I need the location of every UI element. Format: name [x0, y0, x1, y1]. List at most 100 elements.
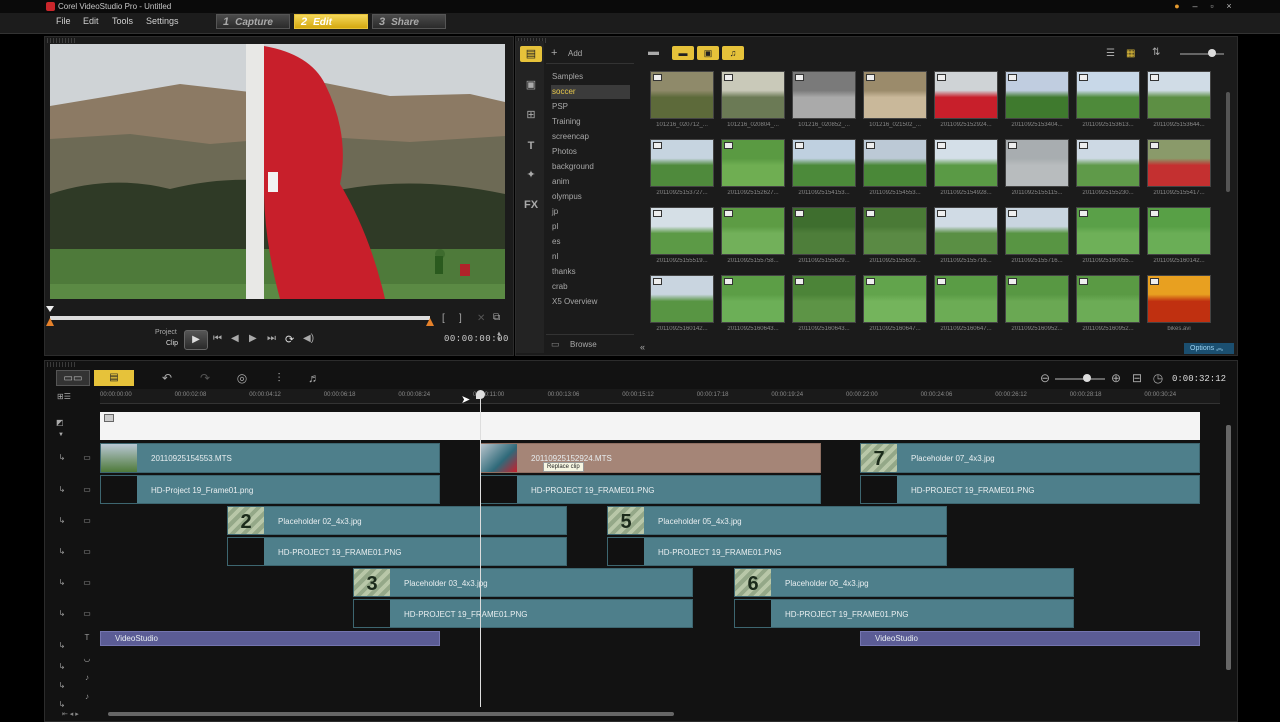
media-thumbnail[interactable] — [1005, 139, 1069, 187]
tab-share[interactable]: 3 Share — [372, 14, 446, 29]
overlay-track-icon[interactable]: ▭ — [78, 516, 96, 526]
track-manager-icon[interactable]: ⊞☰ — [57, 392, 71, 401]
track-visibility-icon[interactable]: ↳ — [56, 609, 68, 619]
redo-icon[interactable]: ↷ — [195, 370, 215, 386]
library-scrollbar[interactable] — [1226, 92, 1230, 192]
show-videos-icon[interactable]: ▬ — [672, 46, 694, 60]
video-track[interactable] — [100, 412, 1200, 440]
options-button[interactable]: Options ︽ — [1184, 343, 1234, 354]
media-thumbnail[interactable] — [934, 139, 998, 187]
folder-item[interactable]: pl — [551, 220, 630, 234]
timeline-vertical-scrollbar[interactable] — [1226, 425, 1231, 670]
media-thumbnail[interactable] — [863, 207, 927, 255]
folder-item[interactable]: Training — [551, 115, 630, 129]
media-thumbnail[interactable] — [792, 275, 856, 323]
media-thumbnail[interactable] — [1076, 139, 1140, 187]
media-thumbnail[interactable] — [1147, 139, 1211, 187]
title-clip[interactable]: VideoStudio — [860, 631, 1200, 646]
folder-item[interactable]: jp — [551, 205, 630, 219]
media-thumbnail[interactable] — [934, 275, 998, 323]
auto-music-icon[interactable]: ♬ — [304, 370, 324, 386]
folder-item[interactable]: PSP — [551, 100, 630, 114]
go-to-start-button[interactable]: ⏮ — [213, 333, 222, 344]
voice-track-icon[interactable]: ◡ — [78, 654, 96, 664]
fit-project-icon[interactable]: ⊟ — [1127, 370, 1147, 386]
media-thumbnail[interactable] — [792, 71, 856, 119]
folder-item[interactable]: background — [551, 160, 630, 174]
media-thumbnail[interactable] — [650, 139, 714, 187]
thumb-size-slider[interactable] — [1180, 53, 1224, 55]
storyboard-view-button[interactable]: ▭▭ — [56, 370, 90, 386]
media-thumbnail[interactable] — [650, 275, 714, 323]
media-thumbnail[interactable] — [863, 139, 927, 187]
media-thumbnail[interactable] — [1076, 207, 1140, 255]
media-thumbnail[interactable] — [934, 207, 998, 255]
add-folder-icon[interactable]: + — [551, 47, 557, 59]
show-photos-icon[interactable]: ▣ — [697, 46, 719, 60]
track-visibility-icon[interactable]: ↳ — [56, 662, 68, 672]
placeholder-clip[interactable]: 2 Placeholder 02_4x3.jpg — [227, 506, 567, 535]
media-thumbnail[interactable] — [1147, 71, 1211, 119]
video-clip[interactable]: 20110925154553.MTS — [100, 443, 440, 473]
folder-item[interactable]: es — [551, 235, 630, 249]
scroll-left-icon[interactable]: ⇤ ◂ ▸ — [62, 710, 79, 718]
media-thumbnail[interactable] — [650, 207, 714, 255]
zoom-slider-handle[interactable] — [1083, 374, 1091, 382]
title-clip[interactable]: VideoStudio — [100, 631, 440, 646]
folder-item[interactable]: nl — [551, 250, 630, 264]
transition-icon[interactable]: ⊞ — [520, 107, 542, 123]
media-thumbnail[interactable] — [721, 207, 785, 255]
overlay-clip[interactable]: HD-PROJECT 19_FRAME01.PNG — [607, 537, 947, 566]
title-icon[interactable]: T — [520, 138, 542, 154]
overlay-clip[interactable]: HD-PROJECT 19_FRAME01.PNG — [480, 475, 821, 504]
placeholder-clip[interactable]: 3 Placeholder 03_4x3.jpg — [353, 568, 693, 597]
track-visibility-icon[interactable]: ↳ — [56, 578, 68, 588]
next-frame-button[interactable]: ▶ — [249, 333, 257, 344]
ripple-edit-icon[interactable]: ◩ — [56, 418, 64, 427]
volume-icon[interactable]: ◀) — [303, 333, 314, 344]
go-to-end-button[interactable]: ⏭ — [267, 333, 276, 344]
track-visibility-icon[interactable]: ↳ — [56, 516, 68, 526]
zoom-out-icon[interactable]: ⊖ — [1035, 370, 1055, 386]
playhead-line[interactable] — [480, 392, 481, 707]
scrubber-track[interactable] — [50, 316, 430, 320]
timeline-view-button[interactable]: ▤ — [94, 370, 134, 386]
overlay-clip[interactable]: HD-Project 19_Frame01.png — [100, 475, 440, 504]
media-thumbnail[interactable] — [863, 71, 927, 119]
folder-item[interactable]: X5 Overview — [551, 295, 630, 309]
folder-item[interactable]: anim — [551, 175, 630, 189]
overlay-track-icon[interactable]: ▭ — [78, 547, 96, 557]
placeholder-clip[interactable]: 5 Placeholder 05_4x3.jpg — [607, 506, 947, 535]
music-track-icon[interactable]: ♪ — [78, 673, 96, 683]
media-library-icon[interactable]: ▤ — [520, 46, 542, 62]
previous-frame-button[interactable]: ◀ — [231, 333, 239, 344]
media-thumbnail[interactable] — [1147, 207, 1211, 255]
folder-item[interactable]: screencap — [551, 130, 630, 144]
split-clip-icon[interactable]: ✕ — [477, 313, 485, 324]
help-icon[interactable]: ● — [1170, 1, 1184, 12]
track-visibility-icon[interactable]: ↳ — [56, 485, 68, 495]
filter-fx-icon[interactable]: FX — [520, 197, 542, 213]
collapse-library-icon[interactable]: « — [640, 342, 645, 352]
tab-capture[interactable]: 1 Capture — [216, 14, 290, 29]
overlay-clip[interactable]: HD-PROJECT 19_FRAME01.PNG — [734, 599, 1074, 628]
track-visibility-icon[interactable]: ↳ — [56, 681, 68, 691]
media-thumbnail[interactable] — [792, 207, 856, 255]
media-thumbnail[interactable] — [721, 71, 785, 119]
music-track-icon[interactable]: ♪ — [78, 692, 96, 702]
placeholder-clip[interactable]: 6 Placeholder 06_4x3.jpg — [734, 568, 1074, 597]
video-clip-selected[interactable]: 20110925152924.MTS — [480, 443, 821, 473]
title-track-icon[interactable]: T — [78, 633, 96, 643]
project-duration-icon[interactable]: ◷ — [1148, 370, 1168, 386]
folder-item[interactable]: Samples — [551, 70, 630, 84]
media-thumbnail[interactable] — [650, 71, 714, 119]
undo-icon[interactable]: ↶ — [157, 370, 177, 386]
zoom-slider[interactable] — [1055, 378, 1105, 380]
ripple-dropdown-icon[interactable]: ▼ — [58, 432, 64, 438]
media-thumbnail[interactable] — [792, 139, 856, 187]
playhead-handle[interactable] — [476, 390, 485, 399]
track-visibility-icon[interactable]: ↳ — [56, 641, 68, 651]
folder-item[interactable]: soccer — [551, 85, 630, 99]
placeholder-clip[interactable]: 7 Placeholder 07_4x3.jpg — [860, 443, 1200, 473]
timecode-spinner[interactable]: ▲ ▼ — [496, 331, 502, 343]
